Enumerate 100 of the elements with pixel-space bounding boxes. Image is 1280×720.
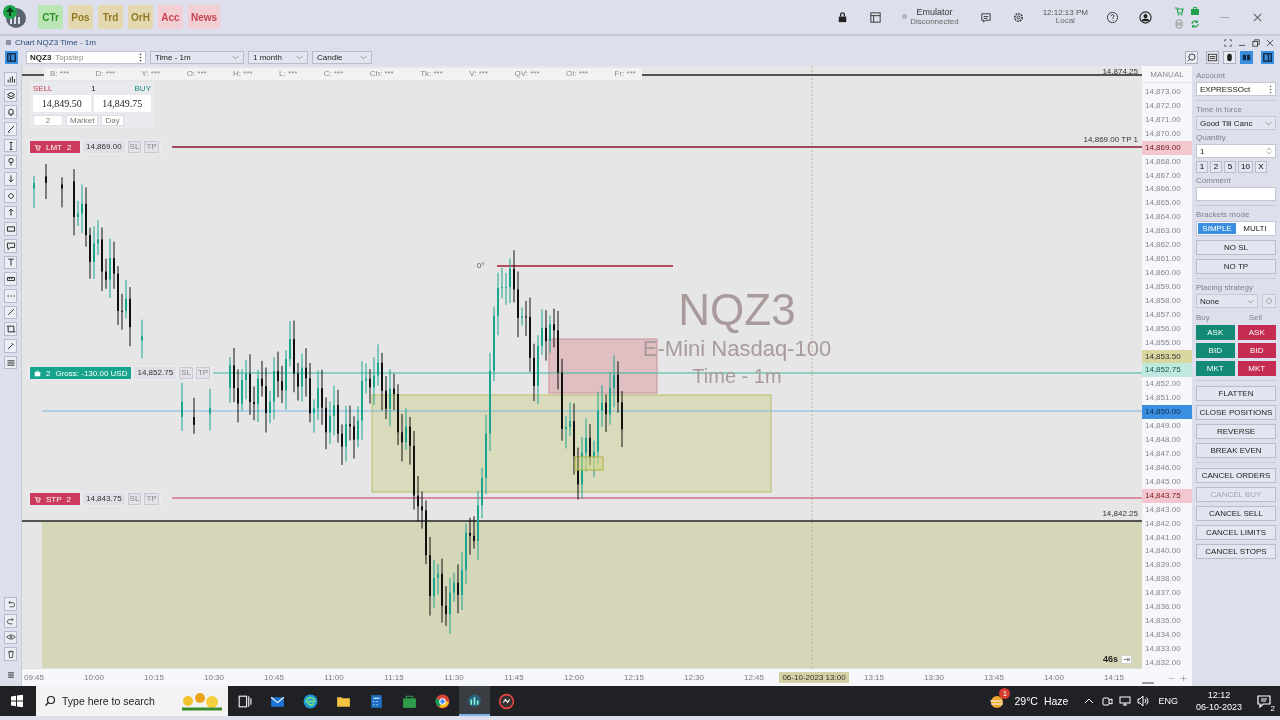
field-label: Brackets mode bbox=[1196, 210, 1251, 219]
ohlc-field: Y: *** bbox=[141, 68, 161, 80]
ohlc-field: Ch: *** bbox=[369, 68, 394, 80]
buy-label: BUY bbox=[134, 84, 151, 93]
drawing-label: 0° bbox=[477, 261, 485, 270]
price-label: 14,847.00 bbox=[1144, 447, 1182, 460]
sell-button[interactable]: MKT bbox=[1237, 361, 1276, 376]
field-label: Account bbox=[1196, 71, 1226, 80]
price-label: 14,855.00 bbox=[1144, 336, 1182, 349]
bracket-button[interactable]: NO TP bbox=[1196, 259, 1276, 274]
price-label: 14,833.00 bbox=[1144, 642, 1182, 655]
position-action-button[interactable]: BREAK EVEN bbox=[1196, 443, 1276, 458]
time-label: 10:00 bbox=[84, 673, 104, 682]
cancel-button[interactable]: CANCEL STOPS bbox=[1196, 544, 1276, 559]
price-label: 14,872.00 bbox=[1144, 99, 1182, 112]
order-price: 14,843.75 bbox=[83, 493, 125, 505]
language-indicator[interactable]: ENG bbox=[1158, 696, 1178, 706]
ohlc-field: C: *** bbox=[323, 68, 344, 80]
ohlc-field: Tk: *** bbox=[420, 68, 443, 80]
duration-button[interactable]: Day bbox=[101, 115, 124, 126]
connection-name: Emulator bbox=[916, 8, 953, 18]
price-label: 14,850.00 bbox=[1142, 405, 1192, 420]
quick-quantity-button[interactable]: 5 bbox=[1224, 161, 1236, 173]
buy-button[interactable]: MKT bbox=[1196, 361, 1235, 376]
ohlc-field: L: *** bbox=[279, 68, 298, 80]
field-label: Time in force bbox=[1196, 105, 1243, 114]
position-action-button[interactable]: FLATTEN bbox=[1196, 386, 1276, 401]
search-field[interactable]: Type here to search bbox=[62, 695, 180, 707]
position-action-button[interactable]: CLOSE POSITIONS bbox=[1196, 405, 1276, 420]
ohlc-field: OI: *** bbox=[565, 68, 589, 80]
dropdown[interactable]: 1 month bbox=[248, 51, 308, 64]
ohlc-field: H: *** bbox=[233, 68, 253, 80]
price-label: 14,865.00 bbox=[1144, 197, 1182, 210]
order-tag[interactable]: STP 2 bbox=[30, 493, 80, 505]
sell-button[interactable]: BID bbox=[1237, 343, 1276, 358]
cancel-button[interactable]: CANCEL ORDERS bbox=[1196, 468, 1276, 483]
order-price: 14,869.00 bbox=[83, 141, 125, 153]
time-in-force-dropdown[interactable]: Good Till Canc bbox=[1196, 116, 1276, 130]
notification-badge: 1 bbox=[999, 688, 1011, 699]
price-label: 14,863.00 bbox=[1144, 225, 1182, 238]
price-label: 14,843.75 bbox=[1142, 488, 1192, 503]
buy-button[interactable]: BID bbox=[1196, 343, 1235, 358]
quantity-spinner[interactable]: 1 bbox=[1196, 144, 1276, 158]
bracket-button[interactable]: NO SL bbox=[1196, 240, 1276, 255]
time-label: 12:00 bbox=[564, 673, 584, 682]
quick-quantity-button[interactable]: X bbox=[1254, 161, 1267, 173]
ohlc-field: Fr: *** bbox=[614, 68, 636, 80]
connection-status: Disconnected bbox=[910, 17, 959, 26]
ohlc-field: D: *** bbox=[95, 68, 116, 80]
price-label: 14,841.00 bbox=[1144, 531, 1182, 544]
temperature-text: 29°C bbox=[1014, 695, 1038, 707]
time-label: 13:30 bbox=[924, 673, 944, 682]
time-label: 09:45 bbox=[24, 673, 44, 682]
order-quantity: 2 bbox=[66, 494, 71, 504]
price-label: 14,838.00 bbox=[1144, 573, 1182, 586]
order-size-field[interactable]: 2 bbox=[33, 115, 63, 126]
cancel-button[interactable]: CANCEL SELL bbox=[1196, 506, 1276, 521]
buy-button[interactable]: ASK bbox=[1196, 325, 1235, 340]
quick-quantity-button[interactable]: 1 bbox=[1196, 161, 1208, 173]
price-label: 14,843.00 bbox=[1144, 503, 1182, 516]
time-label: 11:00 bbox=[324, 673, 344, 682]
price-label: 14,852.75 bbox=[1142, 363, 1192, 378]
quick-quantity-button[interactable]: 2 bbox=[1210, 161, 1222, 173]
price-label: 14,835.00 bbox=[1144, 615, 1182, 628]
price-label: 14,840.00 bbox=[1144, 545, 1182, 558]
strategy-dropdown[interactable]: None bbox=[1196, 294, 1258, 308]
taskbar-clock[interactable]: 12:12 06-10-2023 bbox=[1195, 689, 1242, 713]
price-label: 14,842.00 bbox=[1144, 517, 1182, 530]
ohlc-field: QV: *** bbox=[514, 68, 540, 80]
price-label: 14,858.00 bbox=[1144, 294, 1182, 307]
price-label: 14,869.00 bbox=[1142, 140, 1192, 155]
sell-button[interactable]: ASK bbox=[1237, 325, 1276, 340]
quick-quantity-button[interactable]: 10 bbox=[1238, 161, 1253, 173]
order-tag[interactable]: LMT 2 bbox=[30, 141, 80, 153]
time-label: 11:45 bbox=[504, 673, 524, 682]
bar-countdown: 46s bbox=[1102, 654, 1118, 664]
cancel-button[interactable]: CANCEL LIMITS bbox=[1196, 525, 1276, 540]
symbol-field[interactable]: NQZ3 Topstep bbox=[26, 51, 146, 64]
field-label: Comment bbox=[1196, 176, 1232, 185]
position-action-button[interactable]: REVERSE bbox=[1196, 424, 1276, 439]
sell-label: SELL bbox=[33, 84, 53, 93]
line-label: 14,869.00 TP 1 bbox=[1083, 134, 1138, 145]
price-label: 14,866.00 bbox=[1144, 183, 1182, 196]
order-type-button[interactable]: Market bbox=[66, 115, 99, 126]
ask-price-button[interactable]: 14,849.75 bbox=[93, 95, 151, 112]
dropdown[interactable]: Time - 1m bbox=[150, 51, 244, 64]
order-quantity: 2 bbox=[67, 142, 72, 152]
price-label: 14,852.00 bbox=[1144, 378, 1182, 391]
bid-price-button[interactable]: 14,849.50 bbox=[33, 95, 91, 112]
price-label: 14,860.00 bbox=[1144, 267, 1182, 279]
clock-zone: Local bbox=[1055, 17, 1075, 26]
order-label: Gross: -130.00 USD bbox=[55, 368, 128, 378]
dropdown[interactable]: Candle bbox=[312, 51, 372, 64]
line-label: 14,874.25 bbox=[1102, 66, 1138, 77]
account-field[interactable]: EXPRESSOct bbox=[1196, 82, 1276, 96]
price-label: 14,871.00 bbox=[1144, 113, 1182, 126]
price-label: 14,861.00 bbox=[1144, 253, 1182, 266]
price-label: 14,834.00 bbox=[1144, 628, 1182, 641]
order-price: 14,852.75 bbox=[134, 367, 177, 379]
price-label: 14,846.00 bbox=[1144, 461, 1182, 474]
